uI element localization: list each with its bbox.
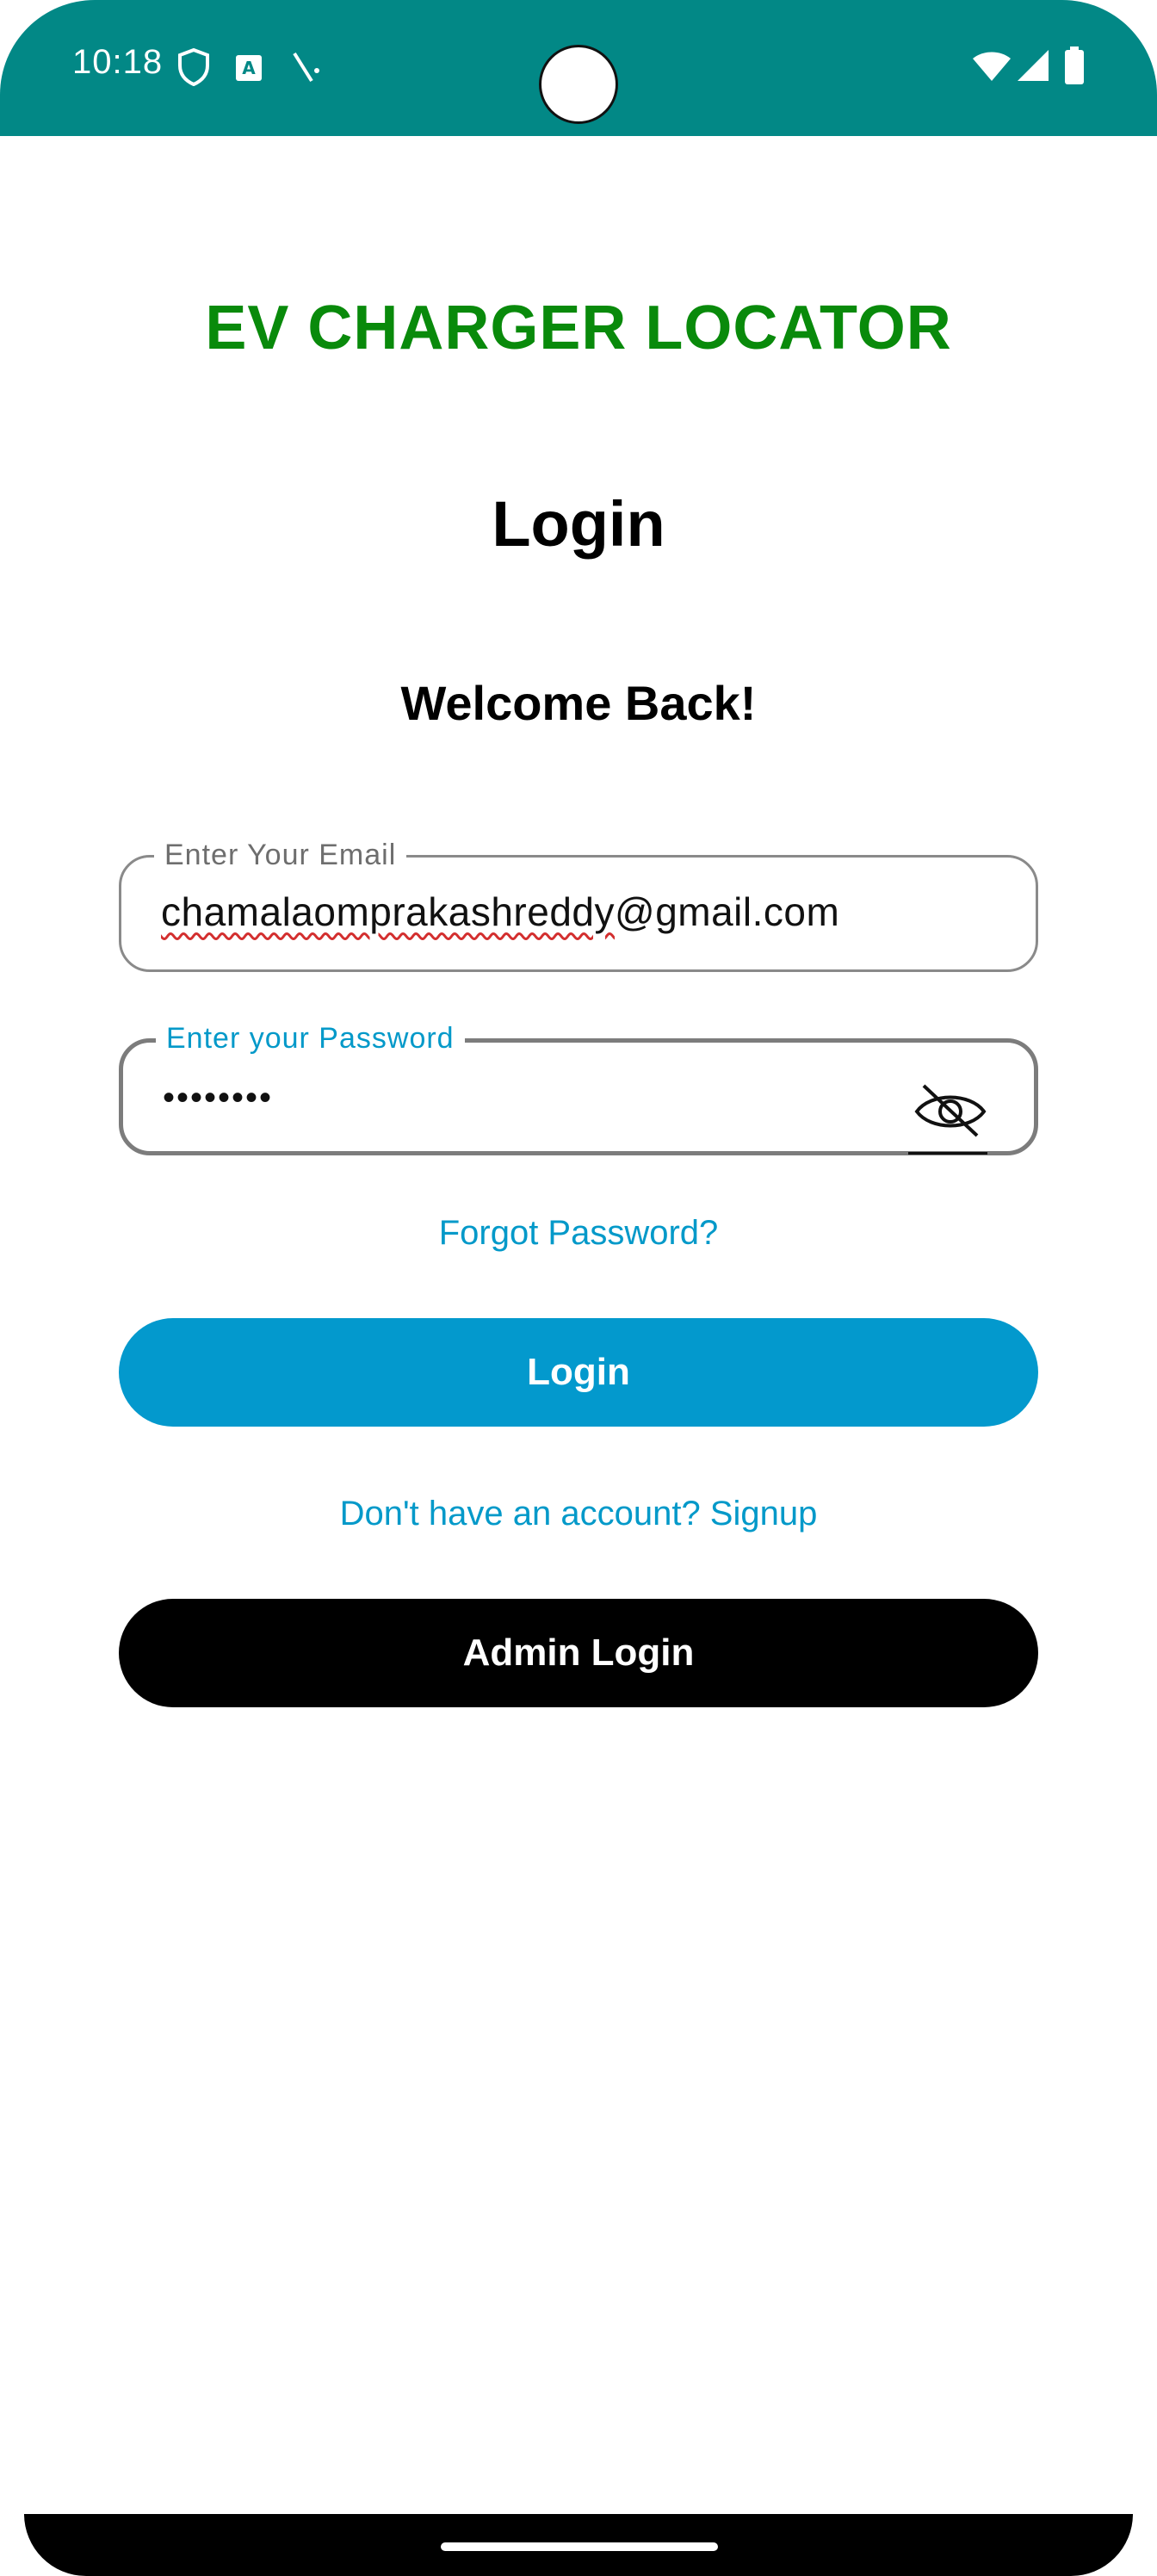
keyboard-icon: A (236, 55, 262, 81)
shield-icon (178, 48, 209, 86)
app-title: EV CHARGER LOCATOR (205, 294, 952, 362)
status-bar: 10:18 A (0, 0, 1157, 136)
status-time: 10:18 (72, 43, 164, 81)
camera-cutout (539, 45, 618, 124)
admin-login-button[interactable]: Admin Login (119, 1599, 1038, 1707)
cell-signal-icon (1018, 50, 1049, 81)
password-field[interactable]: Enter your Password •••••••• (119, 1022, 1038, 1155)
wifi-icon (973, 52, 1011, 81)
email-field[interactable]: Enter Your Email chamalaomprakashreddy@g… (119, 839, 1038, 972)
eye-button-underline (908, 1152, 987, 1155)
email-value-domain: @gmail.com (615, 889, 840, 934)
svg-text:A: A (242, 58, 256, 78)
eye-off-icon[interactable] (912, 1081, 989, 1141)
signup-link[interactable]: Don't have an account? Signup (0, 1495, 1157, 1533)
home-indicator[interactable] (441, 2542, 718, 2551)
password-label: Enter your Password (156, 1022, 465, 1056)
email-value[interactable]: chamalaomprakashreddy@gmail.com (161, 889, 839, 935)
signal-slash-icon (293, 52, 319, 83)
battery-icon (1065, 46, 1084, 84)
email-value-user: chamalaomprakashreddy (161, 889, 615, 934)
login-button[interactable]: Login (119, 1318, 1038, 1427)
welcome-heading: Welcome Back! (400, 676, 757, 730)
forgot-password-link[interactable]: Forgot Password? (0, 1214, 1157, 1253)
password-value[interactable]: •••••••• (163, 1079, 273, 1118)
email-label: Enter Your Email (154, 839, 407, 872)
page-title: Login (492, 488, 665, 560)
